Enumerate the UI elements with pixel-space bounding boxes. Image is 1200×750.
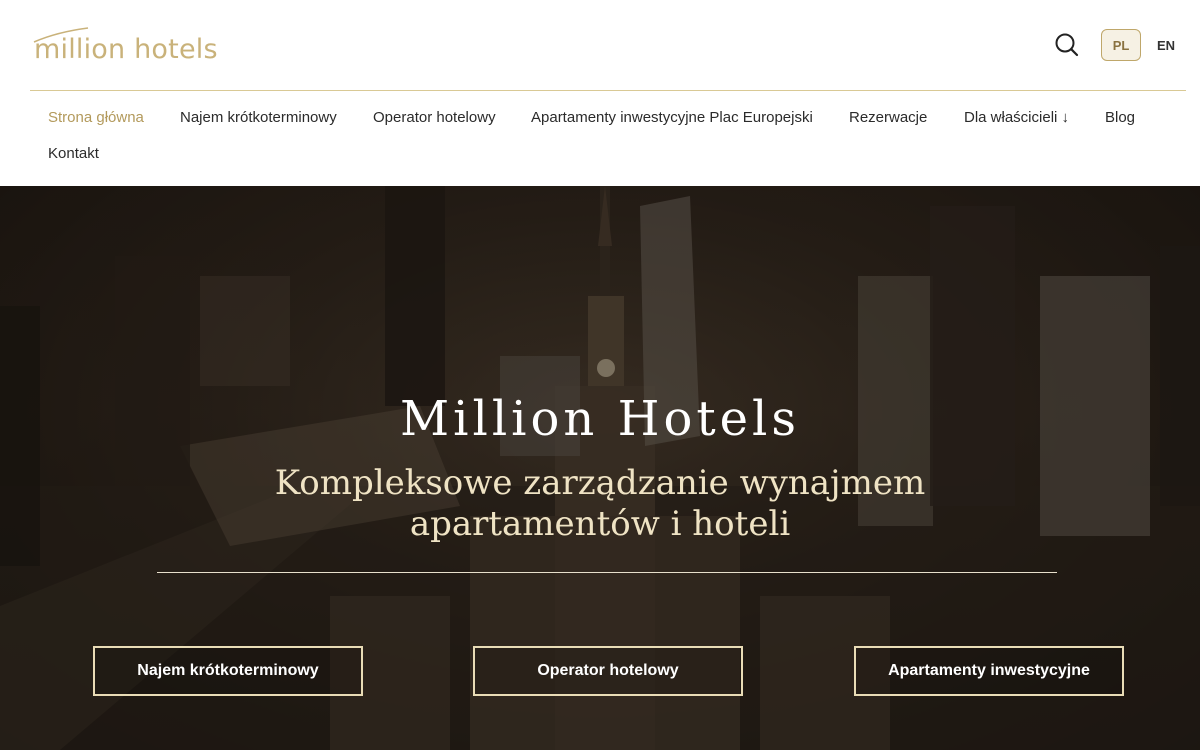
hero-subtitle-line-1: Kompleksowe zarządzanie wynajmem [274, 463, 926, 503]
hotel-operator-button[interactable]: Operator hotelowy [473, 646, 743, 696]
nav-item-hotel-operator[interactable]: Operator hotelowy [373, 109, 496, 126]
short-term-rental-button[interactable]: Najem krótkoterminowy [93, 646, 363, 696]
hero-subtitle: Kompleksowe zarządzanie wynajmem apartam… [250, 463, 950, 545]
logo[interactable]: million hotels [32, 26, 222, 68]
hero-subtitle-line-2: apartamentów i hoteli [409, 504, 791, 544]
investment-apartments-button[interactable]: Apartamenty inwestycyjne [854, 646, 1124, 696]
language-pl-button[interactable]: PL [1101, 29, 1141, 61]
nav-item-blog[interactable]: Blog [1105, 109, 1135, 126]
search-button[interactable] [1052, 30, 1082, 60]
nav-item-for-owners[interactable]: Dla właścicieli ↓ [964, 109, 1069, 126]
logo-text: million hotels [34, 34, 218, 65]
language-en-button[interactable]: EN [1152, 29, 1180, 61]
hero-section: Million Hotels Kompleksowe zarządzanie w… [0, 186, 1200, 750]
nav-item-short-term-rental[interactable]: Najem krótkoterminowy [180, 109, 337, 126]
search-icon [1055, 33, 1079, 57]
hero-title: Million Hotels [399, 391, 801, 447]
site-header: million hotels PL EN Strona główna Najem… [0, 0, 1200, 186]
hero-divider [157, 572, 1057, 573]
nav-item-reservations[interactable]: Rezerwacje [849, 109, 927, 126]
nav-item-contact[interactable]: Kontakt [48, 145, 99, 162]
nav-item-home[interactable]: Strona główna [48, 109, 144, 126]
header-divider [30, 90, 1186, 91]
nav-item-investment-apartments[interactable]: Apartamenty inwestycyjne Plac Europejski [531, 109, 813, 126]
